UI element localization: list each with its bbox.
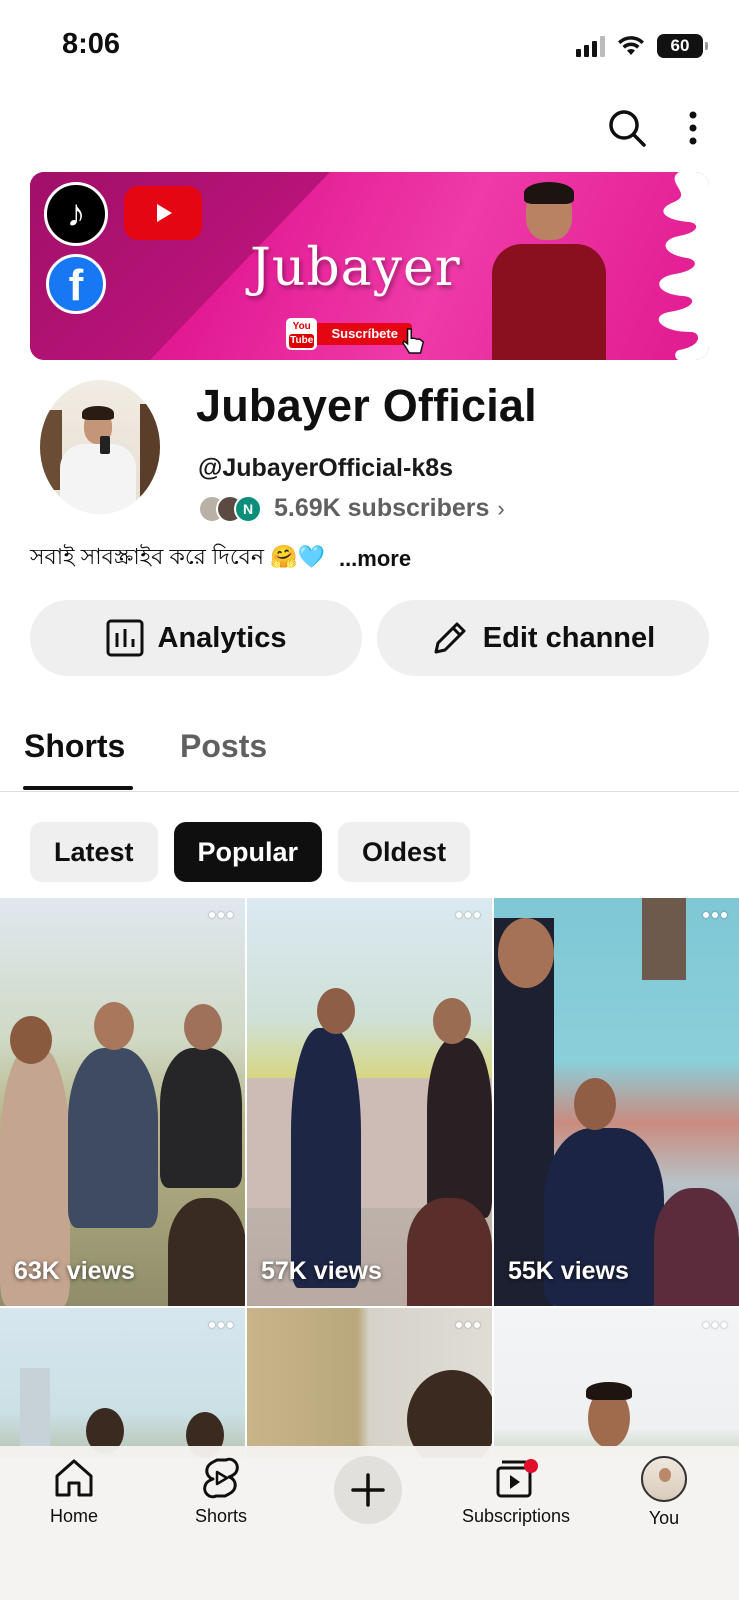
more-dots-icon[interactable] xyxy=(456,1322,480,1328)
channel-title: Jubayer Official xyxy=(196,380,537,431)
banner-person-photo xyxy=(492,182,606,360)
banner-subscribe-pill: Suscríbete xyxy=(317,323,412,345)
pencil-icon xyxy=(434,622,466,654)
yt-mini-bottom: Tube xyxy=(289,334,315,348)
channel-handle: @JubayerOfficial-k8s xyxy=(198,454,454,482)
nav-shorts-label: Shorts xyxy=(194,1506,248,1526)
youtube-logo-icon xyxy=(124,186,202,240)
nav-shorts[interactable]: Shorts xyxy=(151,1456,291,1527)
tiktok-logo-icon: ♪ xyxy=(44,182,108,246)
short-thumbnail[interactable]: 63K views xyxy=(0,898,245,1306)
description-text: সবাই সাবস্ক্রাইব করে দিবেন 🤗🩵 xyxy=(30,544,325,569)
edit-channel-button[interactable]: Edit channel xyxy=(377,600,709,676)
plus-icon xyxy=(351,1473,385,1507)
yt-mini-top: You xyxy=(292,321,311,332)
nav-subscriptions-label: Subscriptions xyxy=(461,1506,571,1526)
cellular-signal-icon xyxy=(576,35,605,57)
chip-popular[interactable]: Popular xyxy=(173,822,323,882)
subscriptions-icon xyxy=(496,1459,538,1498)
edit-channel-label: Edit channel xyxy=(482,621,656,654)
more-dots-icon[interactable] xyxy=(209,1322,233,1328)
more-dots-icon[interactable] xyxy=(209,912,233,918)
youtube-mini-logo: You Tube xyxy=(286,318,318,350)
status-bar: 8:06 60 xyxy=(0,0,739,90)
search-icon xyxy=(609,110,646,147)
chip-oldest[interactable]: Oldest xyxy=(338,822,471,882)
banner-drip-decoration xyxy=(658,172,709,360)
battery-icon: 60 xyxy=(657,34,708,58)
top-actions xyxy=(607,108,699,148)
wifi-icon xyxy=(618,36,644,55)
channel-description[interactable]: সবাই সাবস্ক্রাইব করে দিবেন 🤗🩵 ...more xyxy=(30,540,411,577)
channel-banner[interactable]: ♪ f Jubayer You Tube Suscríbete xyxy=(30,172,709,360)
chip-latest[interactable]: Latest xyxy=(30,822,158,882)
more-dots-icon[interactable] xyxy=(703,1322,727,1328)
short-thumbnail[interactable] xyxy=(494,1308,739,1458)
nav-you-label: You xyxy=(648,1508,680,1528)
channel-avatar[interactable] xyxy=(40,380,160,514)
banner-name: Jubayer xyxy=(250,238,461,298)
subscriber-count: 5.69K subscribers xyxy=(274,494,490,522)
tab-posts[interactable]: Posts xyxy=(180,728,267,765)
nav-home[interactable]: Home xyxy=(4,1456,144,1527)
status-icons: 60 xyxy=(576,34,708,58)
status-time: 8:06 xyxy=(62,28,121,60)
nav-you[interactable]: You xyxy=(594,1456,734,1529)
more-vert-icon xyxy=(689,111,697,145)
more-dots-icon[interactable] xyxy=(703,912,727,918)
sort-chips: Latest Popular Oldest xyxy=(30,822,471,882)
search-button[interactable] xyxy=(607,108,647,148)
analytics-icon xyxy=(106,619,144,657)
view-count: 57K views xyxy=(261,1257,382,1285)
nav-home-label: Home xyxy=(49,1506,98,1526)
active-tab-indicator xyxy=(23,786,133,790)
you-avatar xyxy=(641,1456,687,1502)
chevron-right-icon: › xyxy=(497,495,505,521)
short-thumbnail[interactable]: 57K views xyxy=(247,898,492,1306)
more-link[interactable]: ...more xyxy=(339,546,411,572)
view-count: 63K views xyxy=(14,1257,135,1285)
bottom-navigation: Home Shorts Subscriptions You xyxy=(0,1446,739,1600)
create-button[interactable] xyxy=(334,1456,402,1524)
analytics-label: Analytics xyxy=(157,621,287,654)
view-count: 55K views xyxy=(508,1257,629,1285)
short-thumbnail[interactable] xyxy=(0,1308,245,1458)
subscriber-avatars: N xyxy=(198,494,262,523)
subscriber-avatar-letter: N xyxy=(234,494,262,523)
nav-subscriptions[interactable]: Subscriptions xyxy=(446,1456,586,1527)
analytics-button[interactable]: Analytics xyxy=(30,600,362,676)
short-thumbnail[interactable] xyxy=(247,1308,492,1458)
shorts-icon xyxy=(203,1457,239,1499)
banner-subscribe-graphic: You Tube Suscríbete xyxy=(286,318,426,354)
channel-tabs: Shorts Posts xyxy=(0,700,739,792)
home-icon xyxy=(55,1459,93,1497)
more-dots-icon[interactable] xyxy=(456,912,480,918)
facebook-logo-icon: f xyxy=(46,254,106,314)
short-thumbnail[interactable]: 55K views xyxy=(494,898,739,1306)
tab-shorts[interactable]: Shorts xyxy=(24,728,125,765)
more-options-button[interactable] xyxy=(687,110,699,146)
subscribers-row[interactable]: N 5.69K subscribers › xyxy=(198,494,505,523)
cursor-hand-icon xyxy=(402,328,425,354)
